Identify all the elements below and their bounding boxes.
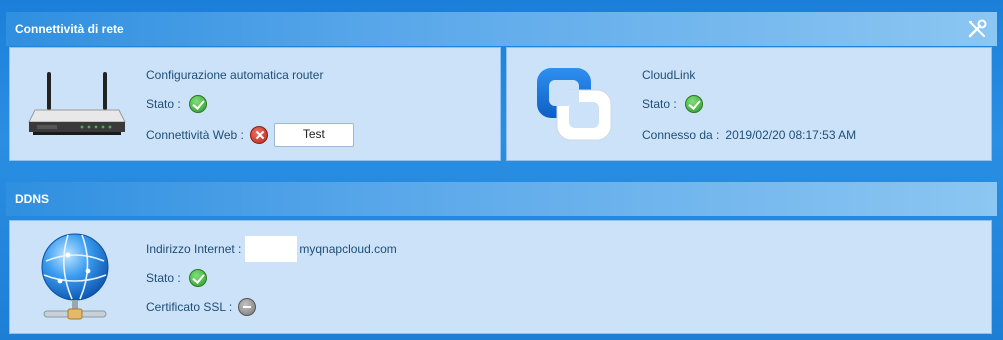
ssl-certificate-row: Certificato SSL : xyxy=(146,298,257,316)
status-ok-icon xyxy=(188,95,207,113)
tools-icon[interactable] xyxy=(966,18,988,40)
masked-hostname xyxy=(245,236,298,262)
test-button[interactable]: Test xyxy=(273,123,354,147)
cloudlink-connected-row: Connesso da : 2019/02/20 08:17:53 AM xyxy=(642,128,856,142)
router-heading: Configurazione automatica router xyxy=(146,68,324,82)
globe-icon xyxy=(38,231,112,323)
network-section-header: Connettività di rete xyxy=(6,12,997,46)
cloudlink-heading-row: CloudLink xyxy=(642,68,695,82)
status-ok-icon xyxy=(684,95,703,113)
router-status-label: Stato : xyxy=(146,97,181,111)
router-image xyxy=(27,70,127,138)
connected-label: Connesso da : xyxy=(642,128,720,142)
internet-address-label: Indirizzo Internet : xyxy=(146,242,242,256)
router-status-row: Stato : xyxy=(146,95,207,113)
ddns-section-header: DDNS xyxy=(6,182,997,216)
web-connectivity-row: Connettività Web : Test xyxy=(146,123,354,147)
cloudlink-panel: CloudLink Stato : Connesso da : 2019/02/… xyxy=(506,47,992,161)
internet-address-row: Indirizzo Internet : myqnapcloud.com xyxy=(146,236,397,262)
ddns-status-label: Stato : xyxy=(146,271,181,285)
internet-address-domain: myqnapcloud.com xyxy=(299,242,397,256)
ddns-section-title: DDNS xyxy=(15,192,50,206)
status-ok-icon xyxy=(188,269,207,287)
cloudlink-status-row: Stato : xyxy=(642,95,703,113)
cloudlink-status-label: Stato : xyxy=(642,97,677,111)
status-error-icon xyxy=(249,126,268,144)
cloudlink-logo-icon xyxy=(533,64,615,144)
network-section-title: Connettività di rete xyxy=(15,22,124,36)
connected-value: 2019/02/20 08:17:53 AM xyxy=(725,128,857,142)
ddns-status-row: Stato : xyxy=(146,269,207,287)
router-panel: Configurazione automatica router Stato :… xyxy=(9,47,501,161)
router-heading-row: Configurazione automatica router xyxy=(146,68,323,82)
status-disabled-icon xyxy=(238,298,257,316)
cloudlink-heading: CloudLink xyxy=(642,68,696,82)
ddns-panel: Indirizzo Internet : myqnapcloud.com Sta… xyxy=(9,220,992,334)
web-connectivity-label: Connettività Web : xyxy=(146,128,244,142)
ssl-certificate-label: Certificato SSL : xyxy=(146,300,233,314)
